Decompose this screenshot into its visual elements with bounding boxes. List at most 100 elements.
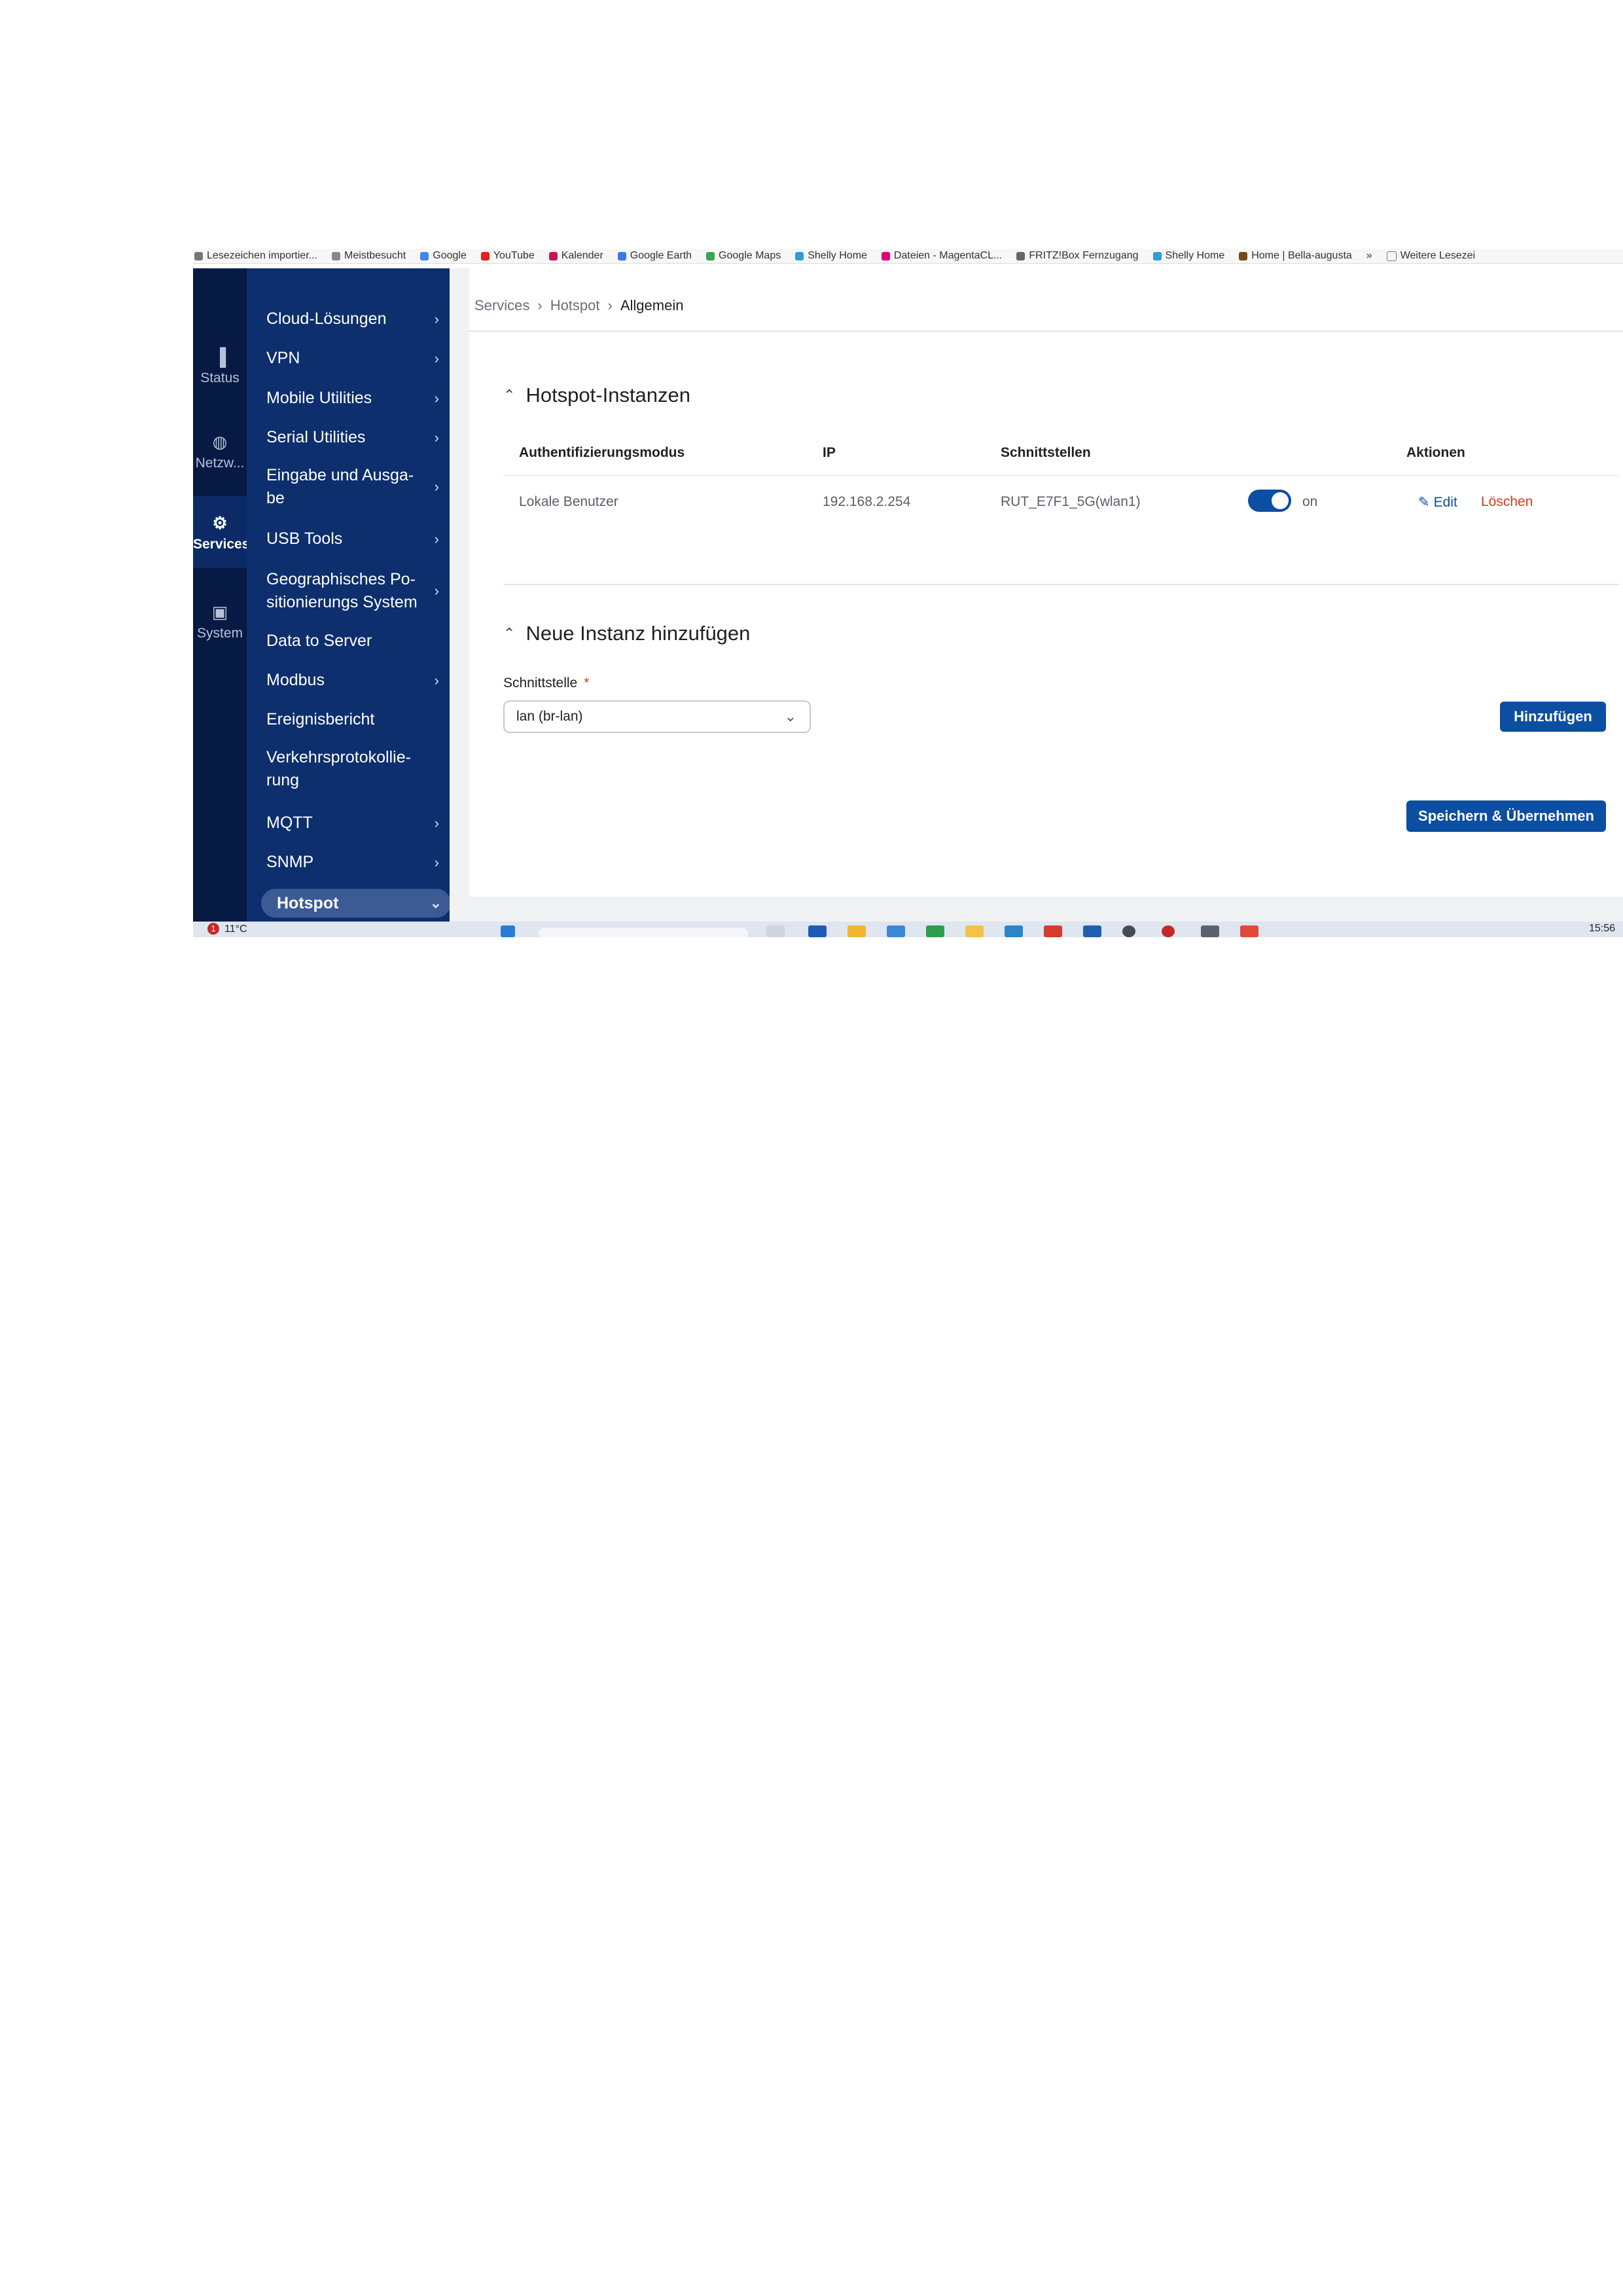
bookmark-item[interactable]: Lesezeichen importier...: [194, 250, 317, 262]
bookmark-label: Google Earth: [630, 250, 692, 261]
column-auth: Authentifizierungsmodus: [519, 445, 685, 460]
bookmark-item[interactable]: Meistbesucht: [331, 250, 406, 262]
bookmark-item[interactable]: Shelly Home: [1152, 250, 1224, 262]
bookmark-item[interactable]: FRITZ!Box Fernzugang: [1016, 250, 1139, 262]
bookmark-label: FRITZ!Box Fernzugang: [1029, 250, 1139, 261]
app-icon[interactable]: [926, 925, 944, 937]
chevron-right-icon: ›: [434, 583, 439, 599]
clock[interactable]: 15:56: [1589, 923, 1615, 935]
column-actions: Aktionen: [1406, 445, 1465, 460]
menu-item-label: USB Tools: [266, 529, 343, 548]
rail-system[interactable]: ▣ System: [193, 602, 247, 648]
rail-status[interactable]: ▐ Status: [193, 347, 247, 393]
more-bookmarks-folder[interactable]: Weitere Lesezei: [1386, 250, 1475, 262]
menu-item[interactable]: USB Tools ›: [266, 528, 443, 550]
bookmark-item[interactable]: Kalender: [548, 250, 603, 262]
edit-button[interactable]: ✎ Edit: [1418, 494, 1457, 511]
chevron-up-icon: ⌃: [503, 625, 516, 641]
menu-item[interactable]: SNMP ›: [266, 851, 443, 874]
interface-select[interactable]: lan (br-lan) ⌄: [503, 700, 811, 733]
menu-item-label: Serial Utilities: [266, 428, 366, 446]
chevron-down-icon: ⌄: [784, 708, 796, 725]
rail-label: Status: [200, 370, 240, 386]
gear-icon: ⚙: [212, 513, 228, 533]
menu-item[interactable]: Modbus ›: [266, 669, 443, 692]
rail-services[interactable]: ⚙ Services: [193, 496, 247, 568]
bookmark-item[interactable]: YouTube: [480, 250, 535, 262]
menu-item[interactable]: Mobile Utilities ›: [266, 387, 443, 410]
menu-item-label: Geographisches Po-sitionierungs System: [266, 570, 418, 611]
bookmark-item[interactable]: Home | Bella-augusta: [1239, 250, 1352, 262]
rail-network[interactable]: ◍ Netzw...: [193, 432, 247, 478]
save-apply-button[interactable]: Speichern & Übernehmen: [1406, 800, 1606, 832]
chevron-right-icon: ›: [434, 429, 439, 446]
chevron-right-icon: ›: [434, 310, 439, 327]
app-icon[interactable]: [1044, 925, 1062, 937]
globe-icon: ◍: [212, 432, 228, 452]
breadcrumb: Services › Hotspot › Allgemein: [474, 297, 683, 314]
menu-item-label: Hotspot: [277, 894, 339, 912]
breadcrumb-current: Allgemein: [620, 297, 684, 314]
bookmark-item[interactable]: Dateien - MagentaCL...: [881, 250, 1002, 262]
app-icon[interactable]: [847, 925, 866, 937]
menu-item[interactable]: Geographisches Po-sitionierungs System ›: [266, 568, 443, 614]
windows-start-icon[interactable]: [501, 925, 515, 937]
app-icon[interactable]: [766, 925, 785, 937]
menu-item[interactable]: MQTT ›: [266, 812, 443, 834]
chevron-right-icon: ›: [434, 853, 439, 870]
chevron-right-icon: ›: [434, 672, 439, 689]
weather-badge: 1: [207, 923, 219, 935]
folder-icon[interactable]: [965, 925, 984, 937]
breadcrumb-hotspot[interactable]: Hotspot: [550, 297, 600, 314]
icon-rail: ▐ Status ◍ Netzw... ⚙ Services ▣ System: [193, 268, 247, 937]
menu-item-label: SNMP: [266, 853, 314, 871]
menu-item[interactable]: Serial Utilities ›: [266, 426, 443, 449]
field-label-text: Schnittstelle: [503, 675, 578, 691]
table-header-divider: [503, 475, 1619, 476]
menu-item[interactable]: Hotspot ⌄: [261, 889, 451, 918]
app-icon[interactable]: [1240, 925, 1258, 937]
bookmark-item[interactable]: Google Earth: [617, 250, 692, 262]
cell-interface: RUT_E7F1_5G(wlan1): [1001, 494, 1141, 509]
search-box[interactable]: [539, 928, 748, 937]
bookmarks-bar: Lesezeichen importier... Meistbesucht Goog…: [193, 249, 1623, 264]
add-button[interactable]: Hinzufügen: [1500, 702, 1606, 732]
bookmark-item[interactable]: Google: [420, 250, 467, 262]
menu-item[interactable]: Eingabe und Ausga-be ›: [266, 464, 443, 510]
bookmark-icon: [194, 251, 203, 260]
app-icon[interactable]: [1005, 925, 1023, 937]
app-icon[interactable]: [1162, 925, 1175, 937]
app-icon[interactable]: [808, 925, 827, 937]
menu-item[interactable]: VPN ›: [266, 347, 443, 370]
menu-item-label: Modbus: [266, 671, 325, 689]
delete-button[interactable]: Löschen: [1481, 494, 1533, 510]
app-icon[interactable]: [1122, 925, 1135, 937]
section-title: Hotspot-Instanzen: [526, 384, 691, 406]
app-icon[interactable]: [887, 925, 905, 937]
add-section-header[interactable]: ⌃ Neue Instanz hinzufügen: [503, 622, 750, 645]
chevron-right-icon: ›: [434, 530, 439, 547]
bookmarks-overflow-icon[interactable]: »: [1366, 250, 1372, 262]
bookmark-icon: [480, 251, 490, 260]
menu-item[interactable]: Verkehrsprotokollie-rung: [266, 746, 443, 792]
instances-section-header[interactable]: ⌃ Hotspot-Instanzen: [503, 384, 690, 407]
weather-text[interactable]: 11°C: [224, 924, 247, 935]
bookmark-item[interactable]: Google Maps: [706, 250, 781, 262]
breadcrumb-services[interactable]: Services: [474, 297, 529, 314]
header-divider: [469, 331, 1623, 332]
menu-item[interactable]: Cloud-Lösungen ›: [266, 308, 443, 331]
bookmark-item[interactable]: Shelly Home: [795, 250, 867, 262]
instance-enable-toggle[interactable]: [1248, 490, 1291, 512]
required-mark: *: [584, 675, 590, 691]
app-icon[interactable]: [1201, 925, 1219, 937]
bookmark-icon: [795, 251, 804, 260]
cell-auth: Lokale Benutzer: [519, 494, 618, 509]
chevron-right-icon: ›: [434, 814, 439, 831]
app-icon[interactable]: [1083, 925, 1101, 937]
interface-field-label: Schnittstelle *: [503, 675, 589, 691]
bookmark-label: Google: [433, 250, 467, 261]
menu-item-label: Ereignisbericht: [266, 710, 375, 728]
menu-item[interactable]: Ereignisbericht: [266, 708, 443, 731]
menu-item[interactable]: Data to Server: [266, 630, 443, 653]
bookmark-icon: [1016, 251, 1026, 260]
